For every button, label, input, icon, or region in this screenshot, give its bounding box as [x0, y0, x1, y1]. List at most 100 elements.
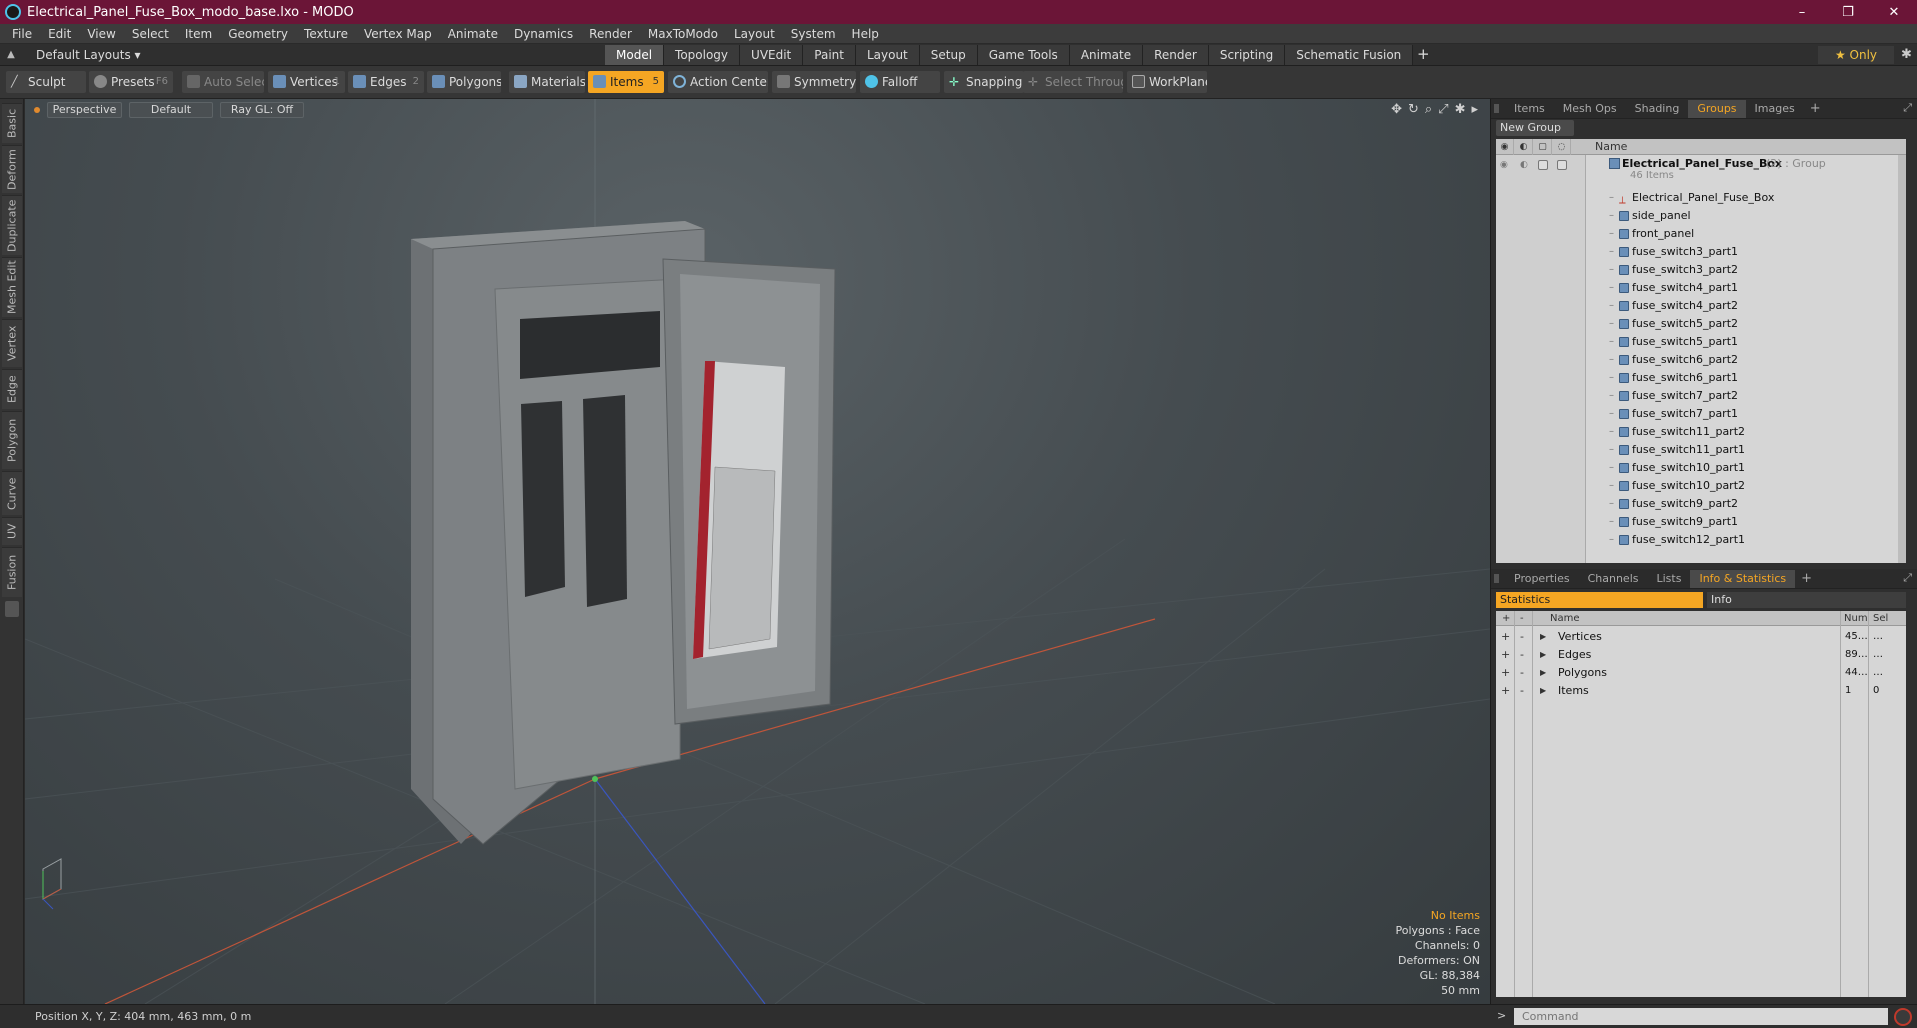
menu-system[interactable]: System [783, 24, 844, 44]
raygl-toggle[interactable]: Ray GL: Off [220, 102, 304, 118]
tab-statistics[interactable]: Statistics [1496, 592, 1703, 608]
menu-layout[interactable]: Layout [726, 24, 783, 44]
menu-item[interactable]: Item [177, 24, 220, 44]
tab-paint[interactable]: Paint [803, 45, 856, 65]
tab-layout[interactable]: Layout [855, 45, 920, 65]
new-group-button[interactable]: New Group [1496, 120, 1574, 136]
shading-dropdown[interactable]: Default [129, 102, 213, 118]
tab-uvedit[interactable]: UVEdit [740, 45, 804, 65]
list-item[interactable]: – fuse_switch9_part1 [1496, 513, 1906, 531]
add-icon[interactable]: + [1501, 664, 1510, 682]
name-column-header[interactable]: Name [1550, 611, 1580, 626]
fit-icon[interactable]: ⤢ [1438, 102, 1448, 117]
close-button[interactable]: ✕ [1871, 0, 1917, 24]
list-item[interactable]: – side_panel [1496, 207, 1906, 225]
remove-icon[interactable]: - [1520, 664, 1524, 682]
menu-view[interactable]: View [79, 24, 123, 44]
viewport-menu-dot[interactable] [34, 107, 40, 113]
select-column-icon[interactable]: ◌ [1553, 139, 1571, 155]
list-item[interactable]: – fuse_switch4_part1 [1496, 279, 1906, 297]
viewport-settings-icon[interactable]: ✱ [1455, 102, 1466, 117]
falloff-button[interactable]: Falloff [860, 71, 940, 93]
select-through-button[interactable]: ✛ Select Through [1023, 71, 1123, 93]
tab-render[interactable]: Render [1143, 45, 1209, 65]
action-center-button[interactable]: Action Center [668, 71, 768, 93]
vtab-deform[interactable]: Deform [2, 145, 22, 193]
3d-viewport[interactable]: Perspective Default Ray GL: Off ✥ ↻ ⌕ ⤢ … [25, 99, 1490, 1004]
tab-setup[interactable]: Setup [919, 45, 978, 65]
eye-icon[interactable]: ◉ [1500, 160, 1512, 170]
menu-render[interactable]: Render [581, 24, 640, 44]
menu-geometry[interactable]: Geometry [220, 24, 296, 44]
layout-dropdown[interactable]: Default Layouts ▾ [22, 48, 151, 62]
tab-lists[interactable]: Lists [1648, 570, 1691, 588]
panel-grip[interactable] [1494, 574, 1499, 583]
menu-texture[interactable]: Texture [296, 24, 356, 44]
list-item[interactable]: – fuse_switch10_part2 [1496, 477, 1906, 495]
layout-toggle-icon[interactable]: ▲ [0, 44, 22, 66]
viewport-expand-icon[interactable]: ▸ [1471, 102, 1478, 117]
vtab-vertex[interactable]: Vertex [2, 319, 22, 367]
list-item[interactable]: – fuse_switch10_part1 [1496, 459, 1906, 477]
tab-groups[interactable]: Groups [1688, 99, 1746, 118]
list-item[interactable]: – ⟂ Electrical_Panel_Fuse_Box [1496, 189, 1906, 207]
tab-topology[interactable]: Topology [664, 45, 741, 65]
add-icon[interactable]: + [1501, 628, 1510, 646]
polygons-button[interactable]: Polygons [427, 71, 501, 93]
tab-model[interactable]: Model [605, 45, 665, 65]
tool-tabs-toggle[interactable] [5, 601, 19, 617]
list-item[interactable]: – fuse_switch3_part1 [1496, 243, 1906, 261]
expand-all-icon[interactable]: + [1502, 611, 1510, 626]
vertices-button[interactable]: Vertices 1 [268, 71, 345, 93]
tab-info[interactable]: Info [1707, 592, 1906, 608]
symmetry-button[interactable]: Symmetry [772, 71, 856, 93]
tab-schematic-fusion[interactable]: Schematic Fusion [1285, 45, 1414, 65]
vtab-duplicate[interactable]: Duplicate [2, 195, 22, 255]
list-item[interactable]: – fuse_switch7_part1 [1496, 405, 1906, 423]
tab-items[interactable]: Items [1505, 100, 1554, 118]
tab-images[interactable]: Images [1746, 100, 1804, 118]
materials-button[interactable]: Materials [509, 71, 585, 93]
add-icon[interactable]: + [1501, 682, 1510, 700]
only-toggle[interactable]: ★ Only [1818, 46, 1894, 64]
menu-vertex-map[interactable]: Vertex Map [356, 24, 440, 44]
minimize-button[interactable]: – [1779, 0, 1825, 24]
lock-column-icon[interactable]: ▢ [1534, 139, 1552, 155]
tab-info-statistics[interactable]: Info & Statistics [1690, 569, 1796, 588]
list-item[interactable]: – fuse_switch4_part2 [1496, 297, 1906, 315]
tab-animate[interactable]: Animate [1069, 45, 1144, 65]
auto-select-button[interactable]: Auto Select [182, 71, 264, 93]
vtab-fusion[interactable]: Fusion [2, 547, 22, 597]
menu-animate[interactable]: Animate [440, 24, 506, 44]
num-column-header[interactable]: Num [1844, 611, 1868, 626]
record-macro-icon[interactable] [1894, 1008, 1912, 1026]
menu-dynamics[interactable]: Dynamics [506, 24, 581, 44]
tab-scripting[interactable]: Scripting [1208, 45, 1286, 65]
pan-icon[interactable]: ✥ [1391, 102, 1402, 117]
rotate-icon[interactable]: ↻ [1408, 102, 1419, 117]
items-button[interactable]: Items 5 [588, 71, 664, 93]
table-row[interactable]: + - ▶ Items 1 0 [1496, 682, 1906, 700]
expand-arrow-icon[interactable]: ▶ [1540, 646, 1546, 664]
view-type-dropdown[interactable]: Perspective [47, 102, 122, 118]
menu-file[interactable]: File [4, 24, 40, 44]
edges-button[interactable]: Edges 2 [348, 71, 424, 93]
lock-checkbox[interactable] [1538, 160, 1548, 170]
vtab-basic[interactable]: Basic [2, 103, 22, 143]
vtab-uv[interactable]: UV [2, 517, 22, 545]
list-item[interactable]: – fuse_switch11_part1 [1496, 441, 1906, 459]
gear-icon[interactable]: ✱ [1896, 44, 1917, 66]
menu-edit[interactable]: Edit [40, 24, 79, 44]
visibility-column-icon[interactable]: ◉ [1496, 139, 1514, 155]
list-item[interactable]: – fuse_switch9_part2 [1496, 495, 1906, 513]
list-item[interactable]: – front_panel [1496, 225, 1906, 243]
remove-icon[interactable]: - [1520, 628, 1524, 646]
menu-select[interactable]: Select [124, 24, 177, 44]
tree-scrollbar[interactable] [1898, 155, 1906, 563]
sculpt-button[interactable]: ╱ Sculpt [6, 71, 86, 93]
expand-icon[interactable]: ⤢ [1903, 571, 1912, 585]
expand-arrow-icon[interactable]: ▶ [1540, 682, 1546, 700]
presets-button[interactable]: Presets F6 [89, 71, 173, 93]
menu-maxtomodo[interactable]: MaxToModo [640, 24, 726, 44]
table-row[interactable]: + - ▶ Polygons 44… … [1496, 664, 1906, 682]
